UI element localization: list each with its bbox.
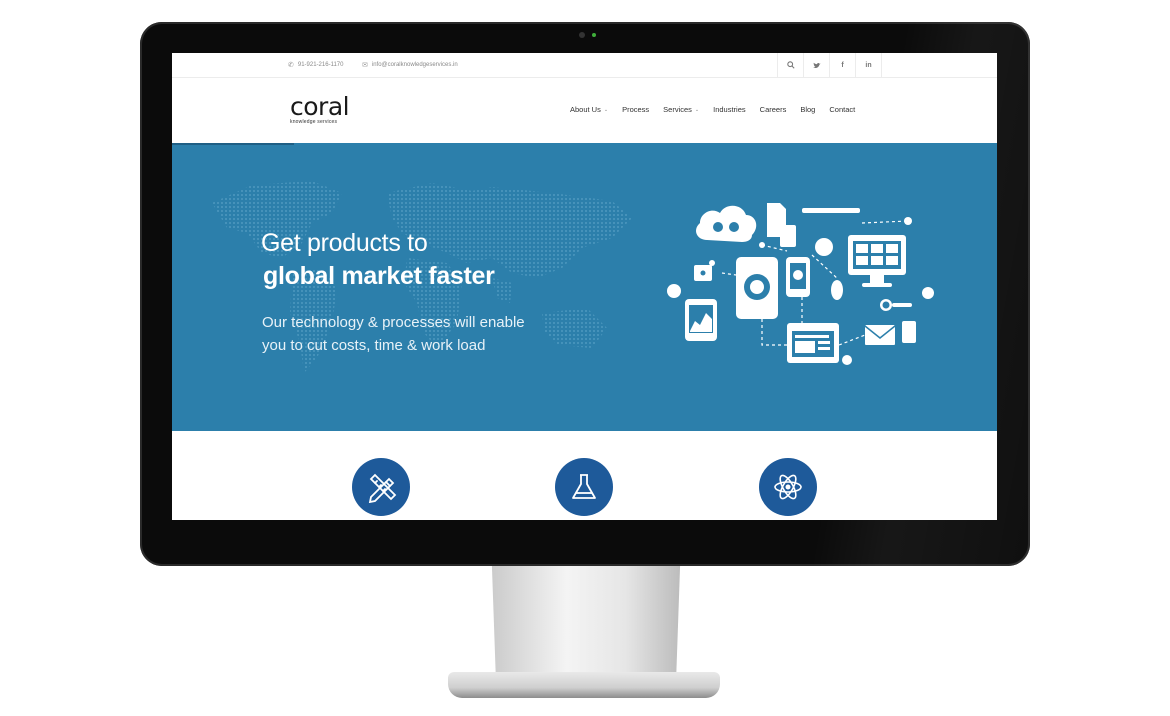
- hero-headline-line2: global market faster: [263, 262, 495, 290]
- hero-subtext-line1: Our technology & processes will enable: [262, 314, 525, 331]
- atom-icon: [774, 474, 802, 500]
- monitor-stand: [491, 566, 681, 678]
- nav-item-services[interactable]: Services ⌄: [663, 105, 699, 114]
- logo-wordmark: coral: [290, 92, 350, 121]
- nav-label: Contact: [829, 105, 856, 114]
- envelope-icon: ✉: [362, 62, 368, 69]
- brand-logo[interactable]: coral knowledge services: [290, 92, 350, 125]
- website-screen: ✆ 91-921-216-1170 ✉ info@coralknowledges…: [172, 53, 997, 520]
- phone-contact[interactable]: ✆ 91-921-216-1170: [288, 61, 343, 69]
- monitor-stand-base: [448, 672, 720, 698]
- search-icon: [786, 61, 795, 69]
- nav-label: About Us: [570, 105, 601, 114]
- hero-headline-line1: Get products to: [261, 229, 428, 257]
- facebook-icon: f: [841, 61, 844, 69]
- webcam-icon: [579, 32, 585, 38]
- hero-accent-line: [172, 143, 294, 145]
- cloud-icon: [696, 205, 757, 242]
- twitter-icon: [812, 62, 821, 68]
- feature-design-circle[interactable]: [352, 458, 410, 516]
- nav-item-process[interactable]: Process: [622, 105, 649, 114]
- technology-devices-illustration: [667, 203, 934, 365]
- nav-label: Careers: [759, 105, 787, 114]
- mouse-icon: [831, 280, 843, 300]
- nav-item-blog[interactable]: Blog: [800, 105, 815, 114]
- phone-icon: ✆: [288, 62, 294, 69]
- phone-number: 91-921-216-1170: [297, 62, 344, 68]
- nav-item-careers[interactable]: Careers: [760, 105, 787, 114]
- hero-banner: Get products to global market faster Our…: [172, 143, 997, 431]
- nav-label: Services: [663, 105, 692, 114]
- feature-research-circle[interactable]: [555, 458, 613, 516]
- flask-icon: [572, 474, 596, 499]
- hero-subtext-line2: you to cut costs, time & work load: [262, 337, 486, 354]
- social-links: f in: [777, 53, 882, 77]
- design-tools-icon: [368, 473, 397, 503]
- search-button[interactable]: [778, 53, 804, 77]
- main-navigation: About Us ⌄ Process Services ⌄ Industries…: [570, 105, 855, 114]
- nav-item-about-us[interactable]: About Us ⌄: [570, 105, 608, 114]
- email-contact[interactable]: ✉ info@coralknowledgeservices.in: [362, 61, 458, 69]
- email-address: info@coralknowledgeservices.in: [371, 62, 458, 68]
- nav-item-industries[interactable]: Industries: [713, 105, 746, 114]
- envelope-icon: [865, 325, 895, 345]
- main-header: coral knowledge services About Us ⌄ Proc…: [172, 78, 997, 143]
- top-contact-bar: ✆ 91-921-216-1170 ✉ info@coralknowledges…: [172, 53, 997, 78]
- linkedin-link[interactable]: in: [856, 53, 882, 77]
- nav-label: Blog: [800, 105, 816, 114]
- linkedin-icon: in: [865, 61, 872, 69]
- chevron-down-icon: ⌄: [694, 106, 700, 113]
- nav-label: Industries: [713, 105, 746, 114]
- gear-icon: [815, 238, 833, 256]
- chevron-down-icon: ⌄: [603, 106, 609, 113]
- nav-item-contact[interactable]: Contact: [829, 105, 855, 114]
- nav-label: Process: [622, 105, 650, 114]
- facebook-link[interactable]: f: [830, 53, 856, 77]
- feature-science-circle[interactable]: [759, 458, 817, 516]
- twitter-link[interactable]: [804, 53, 830, 77]
- camera-indicator-light: [592, 33, 596, 37]
